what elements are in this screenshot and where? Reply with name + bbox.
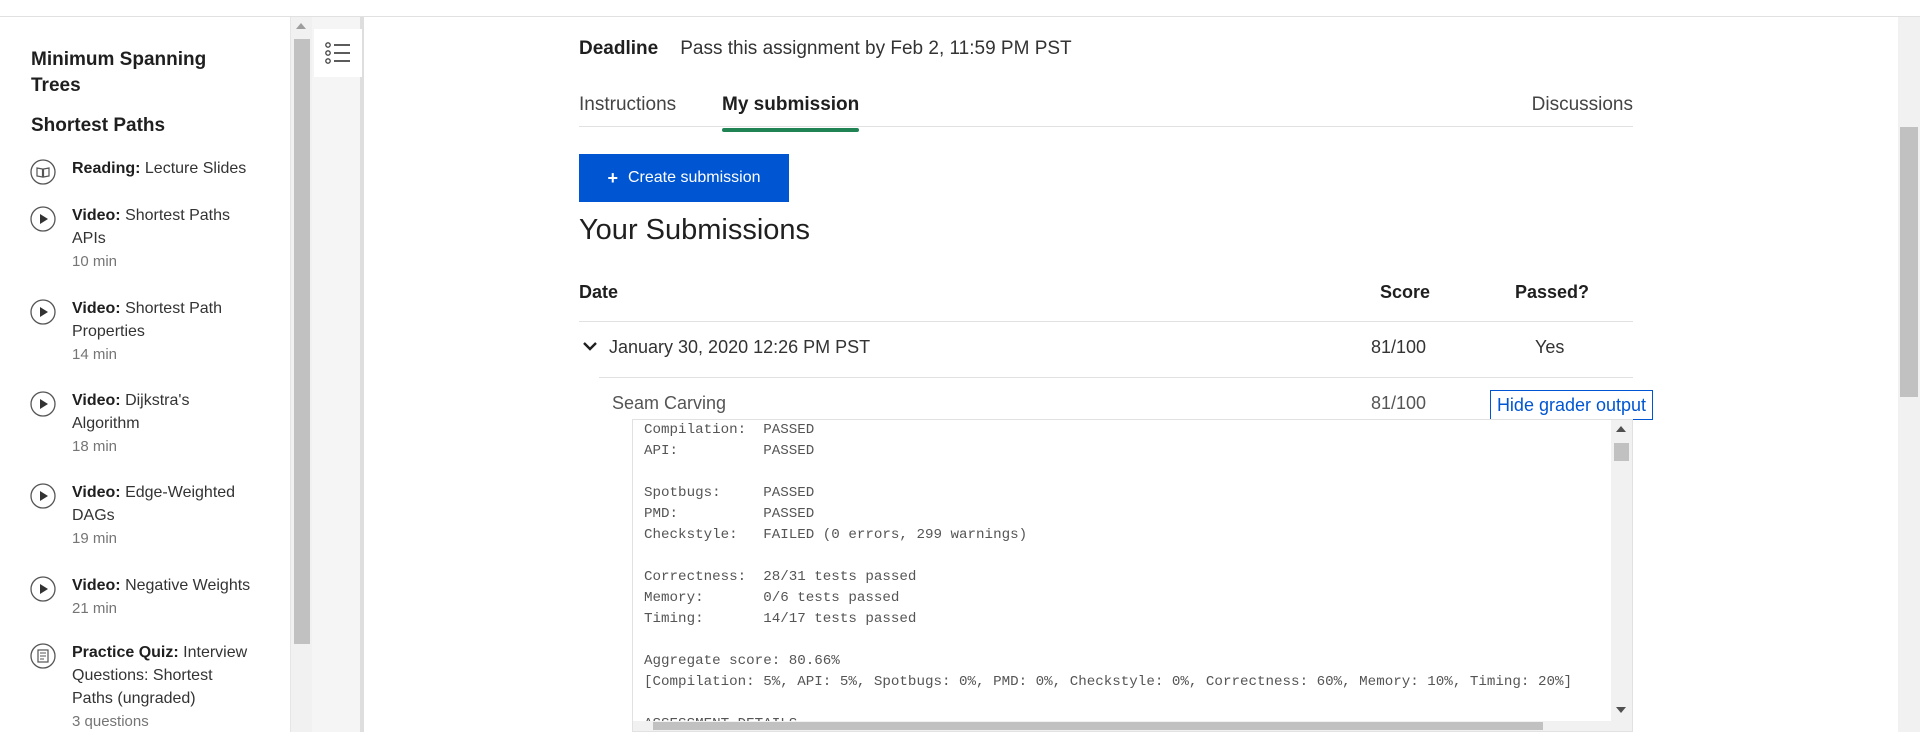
chevron-down-icon[interactable] [583,339,597,353]
sidebar-item-duration: 3 questions [72,713,149,730]
play-icon [30,206,56,232]
part-name: Seam Carving [612,393,727,413]
sidebar-item-label: Video: Dijkstra's Algorithm [72,392,190,432]
course-sidebar: Minimum Spanning Trees Shortest Paths Re… [0,17,290,732]
toggle-outline-button[interactable] [314,29,362,77]
sidebar-item-duration: 10 min [72,253,118,270]
play-icon [30,576,56,602]
scroll-down-arrow-icon[interactable] [1616,707,1626,713]
scroll-up-arrow-icon[interactable] [1616,426,1626,432]
plus-icon: + [607,167,618,188]
book-icon [30,159,56,185]
sidebar-section-title[interactable]: Minimum Spanning Trees [31,47,231,99]
column-passed: Passed? [1515,282,1590,302]
scroll-up-arrow-icon[interactable] [296,23,306,29]
quiz-icon [30,643,56,669]
grader-output[interactable]: Compilation: PASSED API: PASSED Spotbugs… [632,419,1633,732]
sidebar-item-duration: 14 min [72,346,118,363]
deadline-value: Pass this assignment by Feb 2, 11:59 PM … [680,38,1072,59]
sidebar-item-label: Practice Quiz: Interview Questions: Shor… [72,644,248,707]
create-submission-button[interactable]: + Create submission [579,154,789,202]
tab-discussions[interactable]: Discussions [1532,93,1633,117]
grader-vertical-scrollbar[interactable] [1611,420,1632,731]
grader-output-text: Compilation: PASSED API: PASSED Spotbugs… [644,422,1573,731]
tab-my-submission[interactable]: My submission [722,93,860,132]
side-rail [312,17,364,732]
play-icon [30,391,56,417]
sidebar-item-duration: 21 min [72,600,118,617]
page-scrollbar-thumb[interactable] [1900,127,1918,397]
sidebar-item-label: Video: Edge-Weighted DAGs [72,484,236,524]
sidebar-section-title[interactable]: Shortest Paths [31,113,231,139]
main-content: Deadline Pass this assignment by Feb 2, 1… [579,17,1653,732]
column-date: Date [579,282,619,302]
sidebar-item-label: Reading: Lecture Slides [72,160,247,177]
part-score: 81/100 [1371,393,1427,413]
submissions-table-header: Date Score Passed? [579,274,1633,322]
list-icon [325,42,350,64]
submissions-title: Your Submissions [579,214,811,246]
grader-horizontal-scrollbar[interactable] [633,721,1613,731]
sidebar-item-label: Video: Shortest Paths APIs [72,207,231,247]
tab-bar: Instructions My submission Discussions [579,85,1633,132]
sidebar-item-label: Video: Negative Weights [72,577,251,594]
column-score: Score [1380,282,1431,302]
play-icon [30,299,56,325]
sidebar-item-duration: 19 min [72,530,118,547]
grader-vertical-thumb[interactable] [1614,443,1629,461]
play-icon [30,483,56,509]
submission-passed: Yes [1535,337,1565,357]
deadline: Deadline Pass this assignment by Feb 2, 1… [579,37,1072,61]
page-scrollbar[interactable] [1898,17,1920,732]
deadline-label: Deadline [579,38,659,59]
sidebar-item-duration: 18 min [72,438,118,455]
grader-horizontal-thumb[interactable] [653,722,1543,730]
submission-score: 81/100 [1371,337,1427,357]
hide-grader-output-button[interactable]: Hide grader output [1490,390,1653,420]
tab-instructions[interactable]: Instructions [579,93,676,117]
sidebar-item-label: Video: Shortest Path Properties [72,300,223,340]
submission-date: January 30, 2020 12:26 PM PST [609,337,871,357]
sidebar-scrollbar-thumb[interactable] [294,39,310,644]
sidebar-scrollbar[interactable] [290,17,312,732]
top-border [0,0,1920,17]
create-submission-label: Create submission [628,169,761,186]
table-row[interactable]: January 30, 2020 12:26 PM PST 81/100 Yes [579,323,1633,377]
